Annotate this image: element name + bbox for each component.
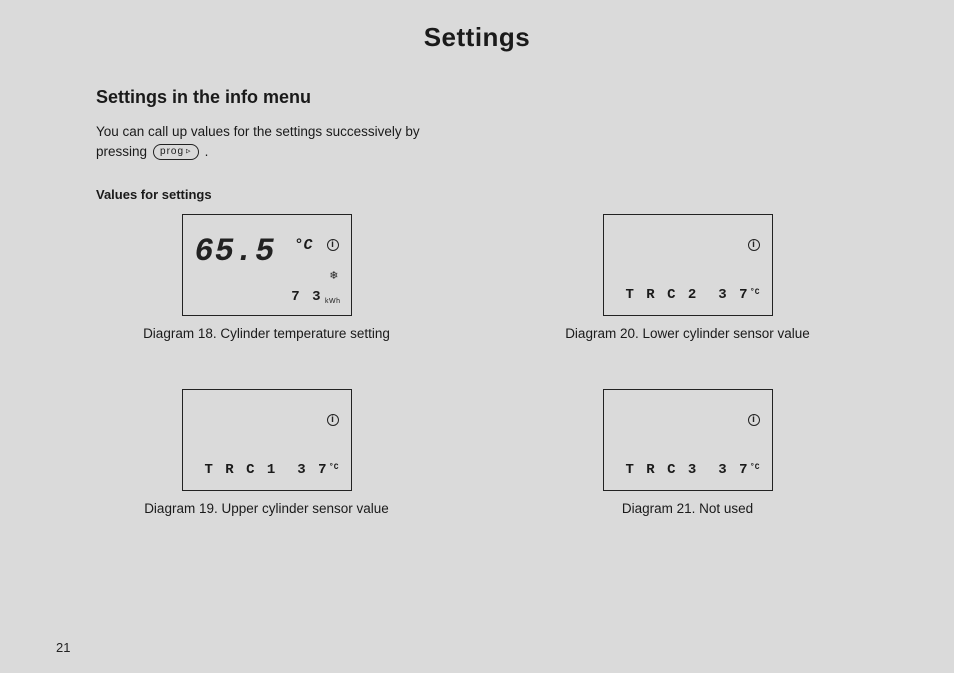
info-icon: i xyxy=(748,239,760,251)
diagram-18-cell: 65.5 °C i ❄ 7 3 kWh Diagram 18. Cylinder… xyxy=(96,214,437,341)
diagram-19-display: i T R C 1 3 7 °C xyxy=(182,389,352,491)
diagram-18-display: 65.5 °C i ❄ 7 3 kWh xyxy=(182,214,352,316)
diagram-grid: 65.5 °C i ❄ 7 3 kWh Diagram 18. Cylinder… xyxy=(0,214,954,516)
intro-suffix: . xyxy=(205,142,209,162)
document-page: Settings Settings in the info menu You c… xyxy=(0,0,954,673)
intro-line-2: pressing prog ▹ . xyxy=(96,142,954,162)
energy-value: 7 3 xyxy=(291,289,322,305)
diagram-20-display: i T R C 2 3 7 °C xyxy=(603,214,773,316)
page-title: Settings xyxy=(0,0,954,53)
page-number: 21 xyxy=(56,640,70,655)
arrow-right-icon: ▹ xyxy=(186,145,192,159)
sensor-value: 3 7 xyxy=(718,287,749,303)
section-title: Settings in the info menu xyxy=(96,87,954,108)
info-icon: i xyxy=(327,414,339,426)
sensor-unit: °C xyxy=(750,288,760,297)
sensor-label: T R C 1 xyxy=(205,462,278,478)
values-subhead: Values for settings xyxy=(96,187,954,202)
sensor-unit: °C xyxy=(329,463,339,472)
sensor-label: T R C 2 xyxy=(626,287,699,303)
diagram-19-caption: Diagram 19. Upper cylinder sensor value xyxy=(96,501,437,516)
main-temperature-value: 65.5 xyxy=(195,233,276,270)
snowflake-icon: ❄ xyxy=(329,269,338,282)
diagram-20-caption: Diagram 20. Lower cylinder sensor value xyxy=(517,326,858,341)
sensor-value: 3 7 xyxy=(718,462,749,478)
intro-text: You can call up values for the settings … xyxy=(96,122,954,163)
prog-button-icon: prog ▹ xyxy=(153,144,199,160)
energy-unit: kWh xyxy=(325,298,341,305)
temperature-unit: °C xyxy=(295,237,313,254)
diagram-21-caption: Diagram 21. Not used xyxy=(517,501,858,516)
prog-label: prog xyxy=(160,144,184,159)
diagram-21-cell: i T R C 3 3 7 °C Diagram 21. Not used xyxy=(517,389,858,516)
sensor-unit: °C xyxy=(750,463,760,472)
diagram-18-caption: Diagram 18. Cylinder temperature setting xyxy=(96,326,437,341)
diagram-19-cell: i T R C 1 3 7 °C Diagram 19. Upper cylin… xyxy=(96,389,437,516)
sensor-value: 3 7 xyxy=(297,462,328,478)
sensor-label: T R C 3 xyxy=(626,462,699,478)
intro-line-1: You can call up values for the settings … xyxy=(96,122,954,142)
diagram-20-cell: i T R C 2 3 7 °C Diagram 20. Lower cylin… xyxy=(517,214,858,341)
diagram-21-display: i T R C 3 3 7 °C xyxy=(603,389,773,491)
info-icon: i xyxy=(327,239,339,251)
intro-prefix: pressing xyxy=(96,142,147,162)
info-icon: i xyxy=(748,414,760,426)
